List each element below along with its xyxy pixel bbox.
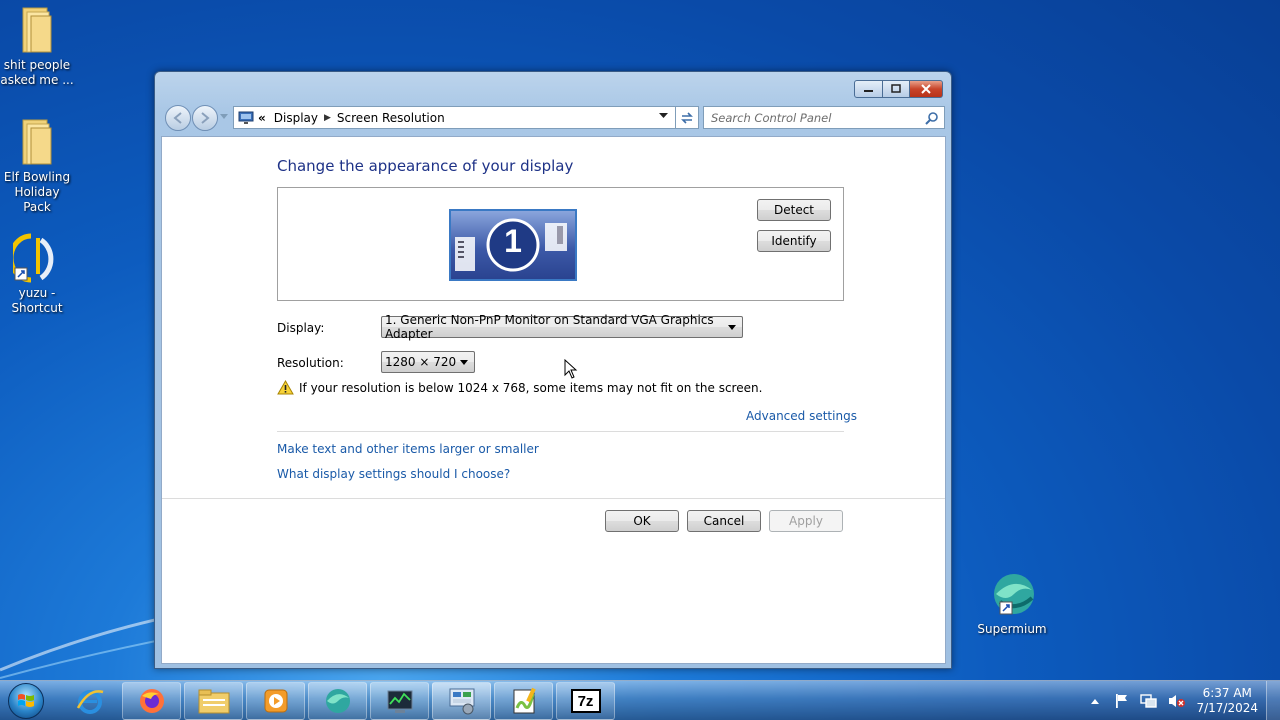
taskbar-media-player[interactable]: [246, 682, 305, 720]
minimize-button[interactable]: [854, 80, 883, 98]
windows-orb-icon: [8, 683, 44, 719]
system-clock[interactable]: 6:37 AM 7/17/2024: [1196, 686, 1258, 716]
start-button[interactable]: [2, 682, 50, 720]
desktop-icon-elf-bowling[interactable]: Elf Bowling Holiday Pack: [0, 118, 74, 215]
folder-icon: [22, 7, 52, 53]
notepad-plus-icon: [513, 687, 536, 714]
detect-button[interactable]: Detect: [757, 199, 831, 221]
clock-time: 6:37 AM: [1202, 686, 1252, 700]
7zip-icon: 7z: [570, 689, 601, 713]
minimize-icon: [863, 90, 873, 92]
taskbar-control-panel[interactable]: [432, 682, 491, 720]
breadcrumb-screen-resolution[interactable]: Screen Resolution: [337, 111, 445, 125]
media-player-icon: [264, 689, 287, 713]
desktop-icon-label: shit people asked me ...: [0, 58, 74, 87]
refresh-button[interactable]: [675, 106, 699, 129]
recent-pages-dropdown-icon[interactable]: [220, 114, 228, 120]
monitor-number: 1: [504, 223, 522, 259]
display-select[interactable]: 1. Generic Non-PnP Monitor on Standard V…: [381, 313, 743, 341]
taskbar-file-explorer[interactable]: [184, 682, 243, 720]
search-icon[interactable]: [925, 111, 939, 125]
yuzu-icon: [13, 233, 54, 283]
taskbar-internet-explorer[interactable]: [60, 682, 119, 720]
control-panel-icon: [449, 688, 474, 715]
desktop-icon-yuzu[interactable]: yuzu - Shortcut: [0, 232, 74, 316]
advanced-settings-link[interactable]: Advanced settings: [746, 409, 857, 423]
refresh-icon: [681, 111, 693, 124]
ok-button[interactable]: OK: [605, 510, 679, 532]
monitor-1-thumbnail[interactable]: 1: [449, 209, 577, 281]
show-desktop-button[interactable]: [1266, 681, 1280, 720]
resolution-select[interactable]: 1280 × 720: [381, 351, 475, 373]
screen-resolution-window: « Display ▶ Screen Resolution Change the…: [154, 71, 952, 669]
taskbar-supermium[interactable]: [308, 682, 367, 720]
display-settings-help-link[interactable]: What display settings should I choose?: [277, 467, 510, 481]
resolution-select-value: 1280 × 720: [385, 355, 457, 369]
supermium-icon: [994, 574, 1034, 615]
page-title: Change the appearance of your display: [277, 157, 574, 175]
back-arrow-icon: [173, 112, 182, 124]
resolution-warning: If your resolution is below 1024 x 768, …: [277, 380, 762, 395]
identify-button[interactable]: Identify: [757, 230, 831, 252]
back-button[interactable]: [165, 105, 191, 131]
display-preview: 1 Detect Identify: [277, 187, 844, 301]
text-size-link[interactable]: Make text and other items larger or smal…: [277, 442, 539, 456]
clock-date: 7/17/2024: [1196, 701, 1258, 715]
cancel-button[interactable]: Cancel: [687, 510, 761, 532]
close-button[interactable]: [910, 80, 943, 98]
breadcrumb-display[interactable]: Display: [274, 111, 318, 125]
navigation-bar: « Display ▶ Screen Resolution: [163, 104, 945, 132]
warning-icon: [277, 380, 294, 395]
desktop-icon-folder[interactable]: shit people asked me ...: [0, 6, 74, 88]
7zip-icon-label: 7z: [577, 692, 594, 710]
apply-button[interactable]: Apply: [769, 510, 843, 532]
supermium-icon: [325, 689, 350, 713]
file-explorer-icon: [198, 689, 229, 714]
volume-muted-icon[interactable]: [1168, 693, 1186, 709]
search-input[interactable]: [711, 110, 916, 125]
network-icon[interactable]: [1140, 693, 1158, 709]
taskbar: 7z 6:37 AM 7/17/2024: [0, 680, 1280, 720]
caption-buttons: [854, 80, 943, 98]
show-hidden-icons-icon[interactable]: [1090, 697, 1100, 705]
notification-area: 6:37 AM 7/17/2024: [1090, 681, 1258, 720]
footer-divider: [162, 498, 945, 499]
mouse-cursor-icon: [564, 359, 578, 379]
taskbar-firefox[interactable]: [122, 682, 181, 720]
restore-icon: [891, 84, 901, 93]
content-pane: Change the appearance of your display 1 …: [161, 136, 946, 664]
display-cpl-icon: [238, 111, 254, 124]
address-bar[interactable]: « Display ▶ Screen Resolution: [233, 106, 697, 129]
desktop-icon-label: Supermium: [977, 622, 1047, 636]
close-icon: [921, 84, 931, 94]
breadcrumb-overflow[interactable]: «: [258, 111, 266, 125]
taskbar-task-manager[interactable]: [370, 682, 429, 720]
desktop-icon-supermium[interactable]: Supermium: [974, 572, 1050, 637]
address-dropdown-icon[interactable]: [659, 113, 668, 119]
folder-icon: [22, 119, 52, 165]
display-label: Display:: [277, 321, 325, 335]
forward-arrow-icon: [201, 112, 210, 124]
breadcrumb-separator-icon[interactable]: ▶: [324, 113, 331, 123]
chevron-down-icon: [728, 325, 736, 330]
task-manager-icon: [387, 690, 412, 713]
desktop-icon-label: Elf Bowling Holiday Pack: [3, 170, 71, 214]
divider: [277, 431, 844, 432]
taskbar-7zip[interactable]: 7z: [556, 682, 615, 720]
firefox-icon: [139, 689, 164, 713]
warning-text: If your resolution is below 1024 x 768, …: [299, 380, 763, 395]
internet-explorer-icon: [76, 690, 103, 714]
action-center-flag-icon[interactable]: [1114, 693, 1130, 709]
resolution-label: Resolution:: [277, 356, 344, 370]
chevron-down-icon: [460, 360, 468, 365]
desktop-icon-label: yuzu - Shortcut: [11, 286, 63, 315]
maximize-button[interactable]: [883, 80, 910, 98]
search-box[interactable]: [703, 106, 945, 129]
taskbar-notepad-plus[interactable]: [494, 682, 553, 720]
display-select-value: 1. Generic Non-PnP Monitor on Standard V…: [385, 313, 714, 341]
forward-button[interactable]: [192, 105, 218, 131]
